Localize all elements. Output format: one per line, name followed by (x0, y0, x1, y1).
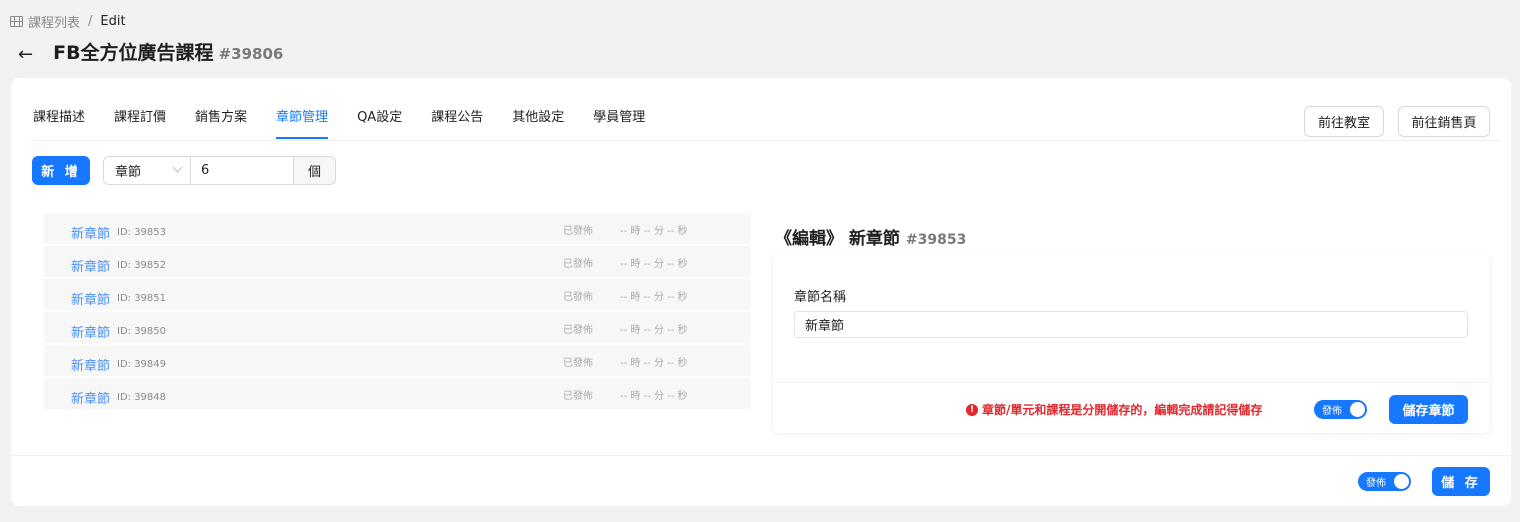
count-input[interactable]: 6 (190, 156, 294, 185)
page-title: FB全方位廣告課程 (53, 42, 214, 64)
breadcrumb-current: Edit (100, 14, 126, 29)
save-warning: ! 章節/單元和課程是分開儲存的，編輯完成請記得儲存 (966, 401, 1262, 418)
toggle-knob (1350, 402, 1365, 417)
chapter-row[interactable]: 新章節 ID: 39853 已發佈 -- 時 -- 分 -- 秒 (44, 213, 750, 244)
chapter-id: ID: 39851 (117, 293, 167, 304)
chapter-status: 已發佈 (563, 391, 593, 402)
save-button[interactable]: 儲 存 (1432, 467, 1490, 496)
chapter-publish-label: 發佈 (1322, 406, 1342, 417)
go-to-sales-page-button[interactable]: 前往銷售頁 (1398, 106, 1490, 137)
chapter-status: 已發佈 (563, 259, 593, 270)
breadcrumb: 課程列表 / Edit (10, 12, 126, 31)
main-card: 課程描述 課程訂價 銷售方案 章節管理 QA設定 課程公告 其他設定 學員管理 … (11, 78, 1511, 506)
save-warning-text: 章節/單元和課程是分開儲存的，編輯完成請記得儲存 (982, 403, 1263, 417)
chevron-down-icon (172, 162, 183, 173)
chapter-status: 已發佈 (563, 358, 593, 369)
chapter-edit-panel: 章節名稱 新章節 ! 章節/單元和課程是分開儲存的，編輯完成請記得儲存 發佈 儲… (773, 255, 1490, 433)
chapter-duration: -- 時 -- 分 -- 秒 (620, 358, 688, 369)
type-select[interactable]: 章節 (103, 156, 191, 185)
type-select-value: 章節 (115, 165, 142, 180)
editor-title: 《編輯》 新章節 #39853 (775, 224, 966, 249)
chapter-name[interactable]: 新章節 (71, 322, 110, 341)
chapter-status: 已發佈 (563, 325, 593, 336)
chapter-duration: -- 時 -- 分 -- 秒 (620, 292, 688, 303)
chapter-status: 已發佈 (563, 226, 593, 237)
chapter-row[interactable]: 新章節 ID: 39851 已發佈 -- 時 -- 分 -- 秒 (44, 279, 750, 310)
chapter-duration: -- 時 -- 分 -- 秒 (620, 325, 688, 336)
chapter-status: 已發佈 (563, 292, 593, 303)
tab-qa-settings[interactable]: QA設定 (357, 106, 402, 139)
chapter-publish-toggle[interactable]: 發佈 (1314, 400, 1367, 419)
chapter-name[interactable]: 新章節 (71, 388, 110, 407)
editor-chapter-id: #39853 (905, 232, 967, 248)
back-arrow-icon[interactable]: ← (18, 44, 33, 66)
footer-divider (11, 455, 1511, 456)
exclamation-circle-icon: ! (966, 403, 978, 416)
breadcrumb-parent-link[interactable]: 課程列表 (28, 12, 80, 31)
chapter-name-input[interactable]: 新章節 (794, 311, 1468, 338)
chapter-name-label: 章節名稱 (794, 290, 847, 305)
chapter-row[interactable]: 新章節 ID: 39848 已發佈 -- 時 -- 分 -- 秒 (44, 378, 750, 409)
chapter-row[interactable]: 新章節 ID: 39850 已發佈 -- 時 -- 分 -- 秒 (44, 312, 750, 343)
tab-bar: 課程描述 課程訂價 銷售方案 章節管理 QA設定 課程公告 其他設定 學員管理 (33, 106, 674, 139)
chapter-list: 新章節 ID: 39853 已發佈 -- 時 -- 分 -- 秒 新章節 ID:… (44, 213, 750, 411)
course-id: #39806 (218, 45, 284, 63)
chapter-duration: -- 時 -- 分 -- 秒 (620, 259, 688, 270)
chapter-name[interactable]: 新章節 (71, 256, 110, 275)
table-icon (10, 16, 23, 27)
chapter-id: ID: 39853 (117, 227, 167, 238)
tab-sales-plans[interactable]: 銷售方案 (195, 106, 247, 139)
tabs-divider (33, 140, 1501, 141)
chapter-id: ID: 39850 (117, 326, 167, 337)
tab-announcements[interactable]: 課程公告 (431, 106, 483, 139)
page-header: ← FB全方位廣告課程 #39806 (18, 38, 283, 65)
toggle-knob (1394, 474, 1409, 489)
chapter-id: ID: 39852 (117, 260, 167, 271)
chapter-id: ID: 39849 (117, 359, 167, 370)
chapter-name[interactable]: 新章節 (71, 355, 110, 374)
add-button[interactable]: 新 增 (32, 156, 90, 185)
course-publish-label: 發佈 (1366, 478, 1386, 489)
chapter-row[interactable]: 新章節 ID: 39849 已發佈 -- 時 -- 分 -- 秒 (44, 345, 750, 376)
chapter-name[interactable]: 新章節 (71, 223, 110, 242)
breadcrumb-separator: / (88, 14, 93, 29)
editor-title-text: 《編輯》 新章節 (775, 229, 900, 249)
chapter-name[interactable]: 新章節 (71, 289, 110, 308)
course-publish-toggle[interactable]: 發佈 (1358, 472, 1411, 491)
chapter-duration: -- 時 -- 分 -- 秒 (620, 226, 688, 237)
panel-divider (773, 382, 1490, 383)
tab-pricing[interactable]: 課程訂價 (114, 106, 166, 139)
chapter-row[interactable]: 新章節 ID: 39852 已發佈 -- 時 -- 分 -- 秒 (44, 246, 750, 277)
tab-other-settings[interactable]: 其他設定 (512, 106, 564, 139)
tab-student-management[interactable]: 學員管理 (593, 106, 645, 139)
count-unit-label: 個 (293, 156, 336, 185)
tab-chapter-management[interactable]: 章節管理 (276, 106, 329, 139)
chapter-id: ID: 39848 (117, 392, 167, 403)
go-to-classroom-button[interactable]: 前往教室 (1304, 106, 1384, 137)
save-chapter-button[interactable]: 儲存章節 (1389, 395, 1468, 424)
tab-description[interactable]: 課程描述 (33, 106, 85, 139)
chapter-duration: -- 時 -- 分 -- 秒 (620, 391, 688, 402)
